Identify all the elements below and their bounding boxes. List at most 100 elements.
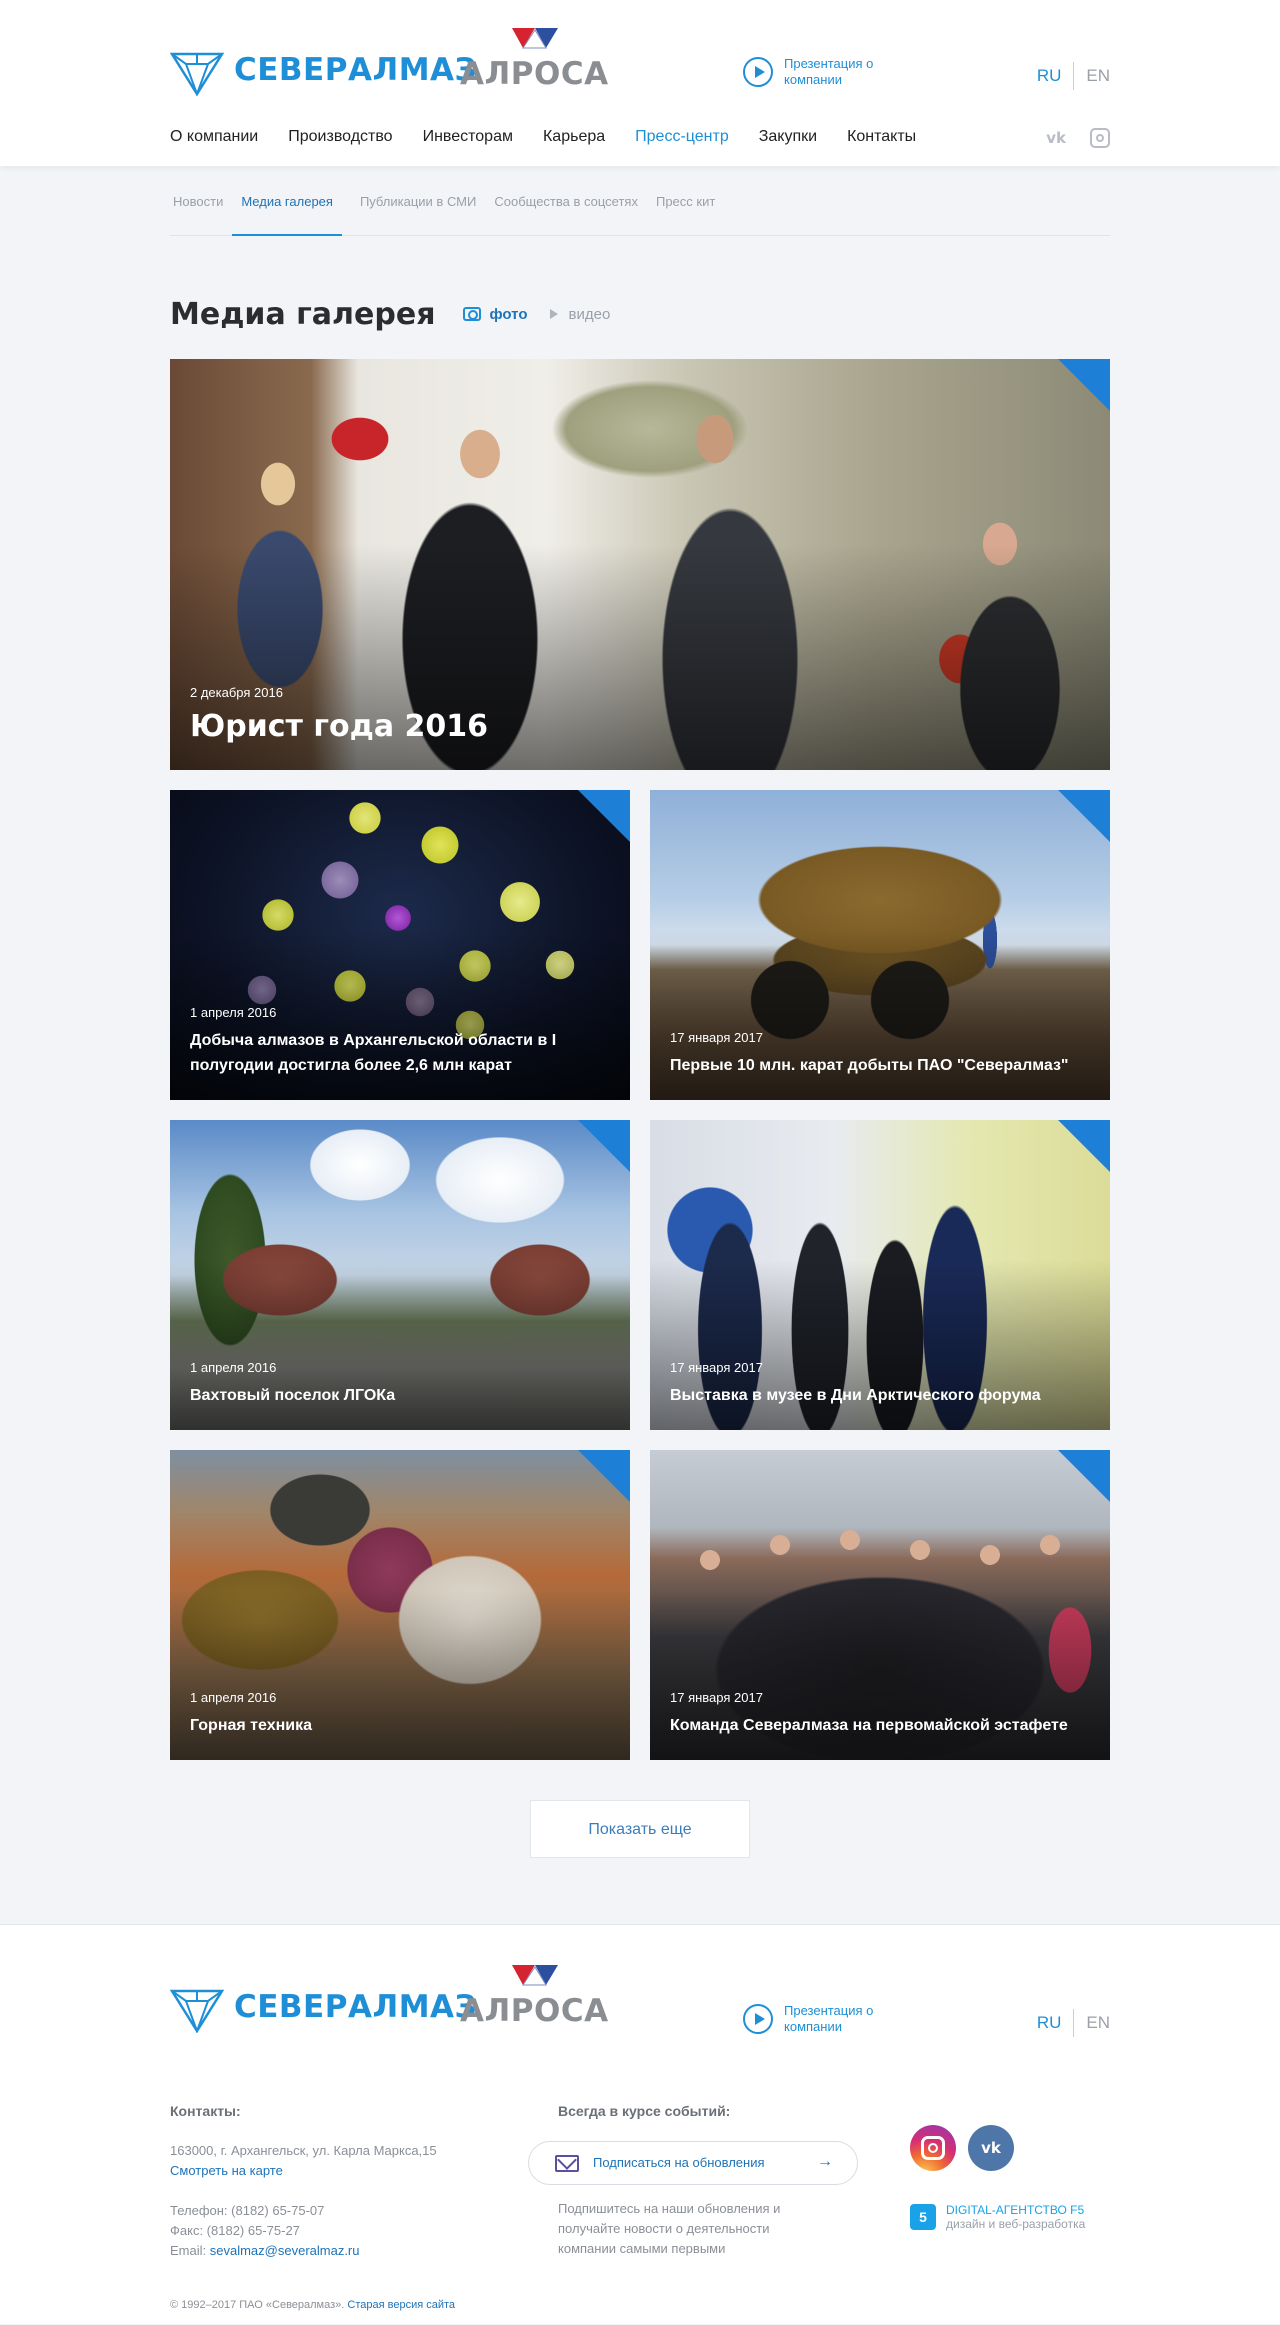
presentation-label: Презентация о компании (784, 2003, 874, 2034)
gallery-card[interactable]: 1 апреля 2016 Горная техника (170, 1450, 630, 1760)
camera-icon (463, 307, 482, 321)
alrosa-mark-icon (512, 28, 558, 49)
tab-photo-label: фото (489, 305, 528, 323)
news-title: Всегда в курсе событий: (558, 2103, 731, 2119)
show-more-button[interactable]: Показать еще (530, 1800, 750, 1858)
diamond-icon (170, 52, 224, 96)
card-meta: 17 января 2017 Команда Севералмаза на пе… (670, 1690, 1080, 1738)
gallery-card[interactable]: 17 января 2017 Выставка в музее в Дни Ар… (650, 1120, 1110, 1430)
card-caption: Выставка в музее в Дни Арктического фору… (670, 1387, 1041, 1404)
contacts-title: Контакты: (170, 2103, 241, 2119)
logo-text: СЕВЕРАЛМАЗ (234, 52, 478, 88)
tab-video[interactable]: видео (549, 305, 611, 323)
press-subnav: Новости Медиа галерея Публикации в СМИ Сооб… (170, 166, 1110, 236)
alrosa-text: АЛРОСА (460, 1993, 609, 2029)
footer-contacts: Контакты: 163000, г. Архангельск, ул. Ка… (170, 2101, 490, 2261)
subnav-item[interactable]: Сообщества в соцсетях (494, 166, 638, 236)
email-row: Email: sevalmaz@severalmaz.ru (170, 2241, 490, 2261)
card-meta: 1 апреля 2016 Горная техника (190, 1690, 600, 1738)
play-icon (743, 2004, 773, 2034)
lang-divider (1073, 2009, 1075, 2037)
card-date: 2 декабря 2016 (190, 685, 283, 700)
footer-subscribe: Всегда в курсе событий: Подписаться на о… (528, 2101, 898, 2259)
vk-icon[interactable]: vk (1046, 129, 1066, 147)
nav-item[interactable]: Закупки (759, 128, 817, 146)
card-meta: 17 января 2017 Выставка в музее в Дни Ар… (670, 1360, 1080, 1408)
lang-en[interactable]: EN (1086, 66, 1110, 86)
gallery-card[interactable]: 17 января 2017 Команда Севералмаза на пе… (650, 1450, 1110, 1760)
corner-accent (578, 1450, 630, 1502)
severalmaz-logo[interactable]: СЕВЕРАЛМАЗ (170, 44, 477, 96)
language-switch: RU EN (1037, 62, 1110, 90)
instagram-icon[interactable] (1090, 128, 1110, 148)
lang-divider (1073, 62, 1075, 90)
presentation-label: Презентация о компании (784, 56, 874, 87)
presentation-link[interactable]: Презентация о компании (743, 56, 894, 88)
phone: Телефон: (8182) 65-75-07 (170, 2203, 325, 2218)
instagram-icon[interactable] (910, 2125, 956, 2171)
card-date: 17 января 2017 (670, 1030, 763, 1045)
subscribe-label: Подписаться на обновления (593, 2155, 765, 2170)
presentation-link[interactable]: Презентация о компании (743, 2003, 894, 2035)
play-icon (549, 309, 558, 319)
footer-social: vk (910, 2125, 1026, 2171)
subscribe-button[interactable]: Подписаться на обновления → (528, 2141, 858, 2185)
card-caption: Первые 10 млн. карат добыты ПАО "Северал… (670, 1057, 1069, 1074)
card-date: 17 января 2017 (670, 1690, 763, 1705)
nav-item[interactable]: Карьера (543, 128, 605, 146)
gallery-card[interactable]: 1 апреля 2016 Добыча алмазов в Архангель… (170, 790, 630, 1100)
card-meta: 17 января 2017 Первые 10 млн. карат добы… (670, 1030, 1080, 1078)
page-title: Медиа галерея (170, 296, 436, 332)
photo-gallery: 2 декабря 2016 Юрист года 2016 1 апреля … (170, 359, 1110, 1760)
lang-ru[interactable]: RU (1037, 2013, 1062, 2033)
card-date: 1 апреля 2016 (190, 1690, 277, 1705)
nav-item[interactable]: Контакты (847, 128, 916, 146)
copyright-text: © 1992–2017 ПАО «Севералмаз». (170, 2299, 345, 2311)
f5-subtitle: дизайн и веб-разработка (946, 2217, 1086, 2231)
f5-logo-icon: 5 (910, 2204, 936, 2230)
copyright: © 1992–2017 ПАО «Севералмаз». Старая вер… (170, 2299, 455, 2311)
tab-video-label: видео (568, 305, 611, 323)
fax: Факс: (8182) 65-75-27 (170, 2223, 300, 2238)
alrosa-logo[interactable]: АЛРОСА (460, 1963, 610, 2029)
subnav-item[interactable]: Медиа галерея (232, 166, 342, 236)
f5-agency-link[interactable]: 5 DIGITAL-АГЕНТСТВО F5 дизайн и веб-разр… (910, 2203, 1085, 2231)
site-header: СЕВЕРАЛМАЗ АЛРОСА Презентация о компании… (0, 0, 1280, 166)
site-footer: СЕВЕРАЛМАЗ АЛРОСА Презентация о компании… (0, 1924, 1280, 2324)
card-caption: Команда Севералмаза на первомайской эста… (670, 1717, 1068, 1734)
nav-item[interactable]: Пресс-центр (635, 128, 729, 146)
card-meta: 1 апреля 2016 Вахтовый поселок ЛГОКа (190, 1360, 600, 1408)
corner-accent (578, 790, 630, 842)
nav-item[interactable]: О компании (170, 128, 258, 146)
severalmaz-logo[interactable]: СЕВЕРАЛМАЗ (170, 1981, 477, 2033)
gallery-card[interactable]: 17 января 2017 Первые 10 млн. карат добы… (650, 790, 1110, 1100)
card-caption: Горная техника (190, 1717, 312, 1734)
play-icon (743, 57, 773, 87)
email-label: Email: (170, 2243, 207, 2258)
nav-item[interactable]: Инвесторам (423, 128, 513, 146)
old-site-link[interactable]: Старая версия сайта (347, 2299, 455, 2311)
alrosa-text: АЛРОСА (460, 56, 609, 92)
gallery-card[interactable]: 2 декабря 2016 Юрист года 2016 (170, 359, 1110, 770)
subnav-item[interactable]: Новости (173, 166, 223, 236)
corner-accent (1058, 1120, 1110, 1172)
mail-icon (555, 2154, 579, 2172)
card-date: 1 апреля 2016 (190, 1005, 277, 1020)
email-link[interactable]: sevalmaz@severalmaz.ru (210, 2243, 360, 2258)
vk-icon[interactable]: vk (968, 2125, 1014, 2171)
subnav-item[interactable]: Публикации в СМИ (360, 166, 476, 236)
alrosa-logo[interactable]: АЛРОСА (460, 26, 610, 92)
nav-item[interactable]: Производство (288, 128, 392, 146)
subnav-item[interactable]: Пресс кит (656, 166, 715, 236)
header-social: vk (1046, 128, 1110, 148)
more-wrap: Показать еще (170, 1800, 1110, 1858)
lang-ru[interactable]: RU (1037, 66, 1062, 86)
map-link[interactable]: Смотреть на карте (170, 2163, 283, 2178)
subscribe-note: Подпишитесь на наши обновления и получай… (558, 2201, 781, 2256)
gallery-card[interactable]: 1 апреля 2016 Вахтовый поселок ЛГОКа (170, 1120, 630, 1430)
corner-accent (1058, 1450, 1110, 1502)
tab-photo[interactable]: фото (463, 305, 528, 323)
corner-accent (578, 1120, 630, 1172)
lang-en[interactable]: EN (1086, 2013, 1110, 2033)
f5-title: DIGITAL-АГЕНТСТВО F5 (946, 2203, 1085, 2217)
